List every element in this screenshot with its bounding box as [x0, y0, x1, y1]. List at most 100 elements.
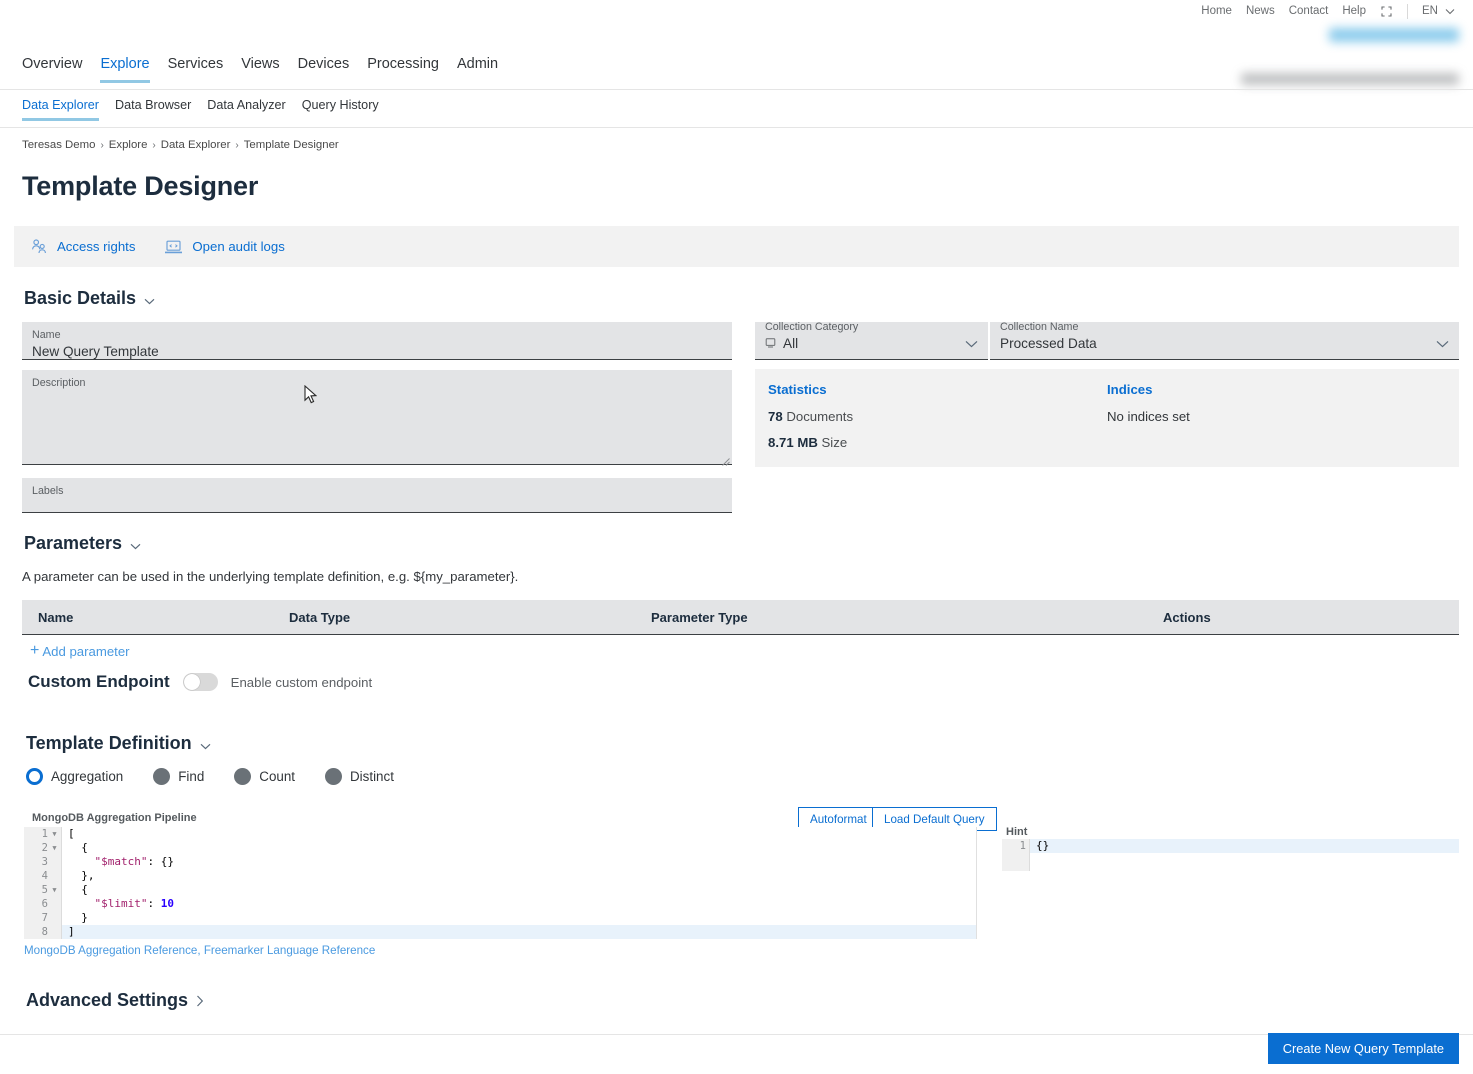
line-number: 7 [42, 911, 48, 925]
radio-indicator [325, 768, 342, 785]
statistics-panel: Statistics 78 Documents 8.71 MB Size Ind… [755, 369, 1459, 467]
nav-item-devices[interactable]: Devices [289, 56, 359, 83]
add-parameter-label: Add parameter [42, 644, 129, 659]
language-selector[interactable]: EN [1416, 5, 1461, 17]
collection-icon [765, 335, 776, 353]
breadcrumb-item-0[interactable]: Teresas Demo [22, 139, 95, 151]
custom-endpoint-toggle[interactable] [183, 673, 218, 691]
utility-link-news[interactable]: News [1239, 0, 1282, 22]
gutter-line: 5▼ [24, 883, 61, 897]
advanced-settings-title: Advanced Settings [26, 990, 188, 1011]
sub-navigation: Data Explorer Data Browser Data Analyzer… [0, 98, 1473, 128]
mongodb-aggregation-reference-link[interactable]: MongoDB Aggregation Reference [24, 944, 197, 957]
radio-option-find[interactable]: Find [153, 768, 204, 785]
fold-arrow-icon[interactable]: ▼ [51, 883, 58, 897]
utility-link-help[interactable]: Help [1335, 0, 1373, 22]
subnav-item-data-explorer[interactable]: Data Explorer [22, 98, 107, 121]
name-input[interactable]: Name New Query Template [22, 322, 732, 360]
breadcrumb-separator: › [152, 140, 155, 151]
reference-links: MongoDB Aggregation Reference, Freemarke… [24, 944, 375, 957]
hint-code-editor[interactable]: 1 {} [1002, 839, 1459, 871]
gutter-line: 4 [24, 869, 61, 883]
nav-item-processing[interactable]: Processing [358, 56, 448, 83]
hint-editor-label: Hint [1006, 826, 1027, 838]
labels-label: Labels [32, 485, 722, 498]
radio-option-count[interactable]: Count [234, 768, 295, 785]
toggle-knob [184, 674, 200, 690]
description-input[interactable]: Description [22, 370, 732, 465]
parameters-description: A parameter can be used in the underlyin… [22, 569, 518, 584]
utility-link-contact[interactable]: Contact [1282, 0, 1336, 22]
page-title: Template Designer [22, 171, 258, 202]
gutter-line: 7 [24, 911, 61, 925]
nav-item-services[interactable]: Services [159, 56, 233, 83]
nav-item-views[interactable]: Views [232, 56, 288, 83]
subnav-item-data-analyzer[interactable]: Data Analyzer [199, 98, 293, 121]
collection-category-label: Collection Category [765, 321, 858, 334]
nav-item-explore[interactable]: Explore [91, 56, 158, 83]
create-new-query-template-button[interactable]: Create New Query Template [1268, 1033, 1459, 1064]
radio-indicator [26, 768, 43, 785]
fold-arrow-icon[interactable]: ▼ [51, 841, 58, 855]
editor-code-area[interactable]: [ { "$match": {} }, { "$limit": 10 } ] [62, 827, 976, 939]
collection-name-select[interactable]: Collection Name Processed Data [990, 322, 1459, 360]
reference-separator: , [197, 944, 200, 957]
indices-title[interactable]: Indices [1107, 382, 1446, 397]
editor-gutter: 1▼ 2▼ 3 4 5▼ 6 7 8 [24, 827, 62, 939]
name-label: Name [32, 329, 722, 342]
indices-column: Indices No indices set [1107, 382, 1446, 467]
line-number: 4 [42, 869, 48, 883]
advanced-settings-heading[interactable]: Advanced Settings [26, 990, 204, 1011]
gutter-line: 1 [1002, 839, 1029, 853]
radio-option-distinct[interactable]: Distinct [325, 768, 394, 785]
template-definition-heading[interactable]: Template Definition [26, 733, 211, 754]
basic-details-heading[interactable]: Basic Details [24, 288, 155, 309]
code-line-active: ] [62, 925, 976, 939]
custom-endpoint-section: Custom Endpoint Enable custom endpoint [28, 672, 372, 692]
collection-name-value: Processed Data [1000, 334, 1097, 353]
access-rights-button[interactable]: Access rights [31, 238, 135, 255]
code-line: [ [68, 827, 976, 841]
description-label: Description [32, 377, 722, 390]
divider [1407, 4, 1408, 19]
laptop-code-icon [164, 239, 183, 255]
freemarker-language-reference-link[interactable]: Freemarker Language Reference [204, 944, 375, 957]
code-line: "$limit": 10 [68, 897, 976, 911]
hint-code-area[interactable]: {} [1030, 839, 1459, 871]
documents-stat: 78 Documents [768, 409, 1107, 424]
utility-link-home[interactable]: Home [1194, 0, 1239, 22]
nav-item-admin[interactable]: Admin [448, 56, 507, 83]
column-header-parameter-type: Parameter Type [651, 610, 1163, 625]
statistics-title[interactable]: Statistics [768, 382, 1107, 397]
plus-icon: + [30, 643, 39, 659]
radio-indicator [153, 768, 170, 785]
radio-option-aggregation[interactable]: Aggregation [26, 768, 123, 785]
access-rights-label: Access rights [57, 239, 135, 254]
breadcrumb-separator: › [100, 140, 103, 151]
subnav-item-data-browser[interactable]: Data Browser [107, 98, 199, 121]
breadcrumb-item-1[interactable]: Explore [109, 139, 148, 151]
hint-gutter: 1 [1002, 839, 1030, 871]
open-audit-logs-button[interactable]: Open audit logs [164, 239, 284, 255]
line-number: 1 [1020, 839, 1026, 853]
breadcrumb-item-2[interactable]: Data Explorer [161, 139, 231, 151]
labels-input[interactable]: Labels [22, 478, 732, 513]
chevron-down-icon [130, 535, 141, 553]
radio-label-distinct: Distinct [350, 769, 394, 784]
expand-icon[interactable] [1377, 2, 1395, 20]
fold-arrow-icon[interactable]: ▼ [51, 827, 58, 841]
collection-category-value: All [783, 334, 798, 353]
chevron-down-icon[interactable] [965, 336, 978, 353]
add-parameter-button[interactable]: + Add parameter [30, 643, 130, 659]
gutter-line: 2▼ [24, 841, 61, 855]
nav-item-overview[interactable]: Overview [22, 56, 91, 83]
subnav-item-query-history[interactable]: Query History [294, 98, 387, 121]
parameters-heading[interactable]: Parameters [24, 533, 141, 554]
resize-handle-icon[interactable] [721, 453, 730, 462]
action-bar: Access rights Open audit logs [14, 226, 1459, 267]
pipeline-code-editor[interactable]: 1▼ 2▼ 3 4 5▼ 6 7 8 [ { "$match": {} }, {… [24, 827, 977, 939]
chevron-down-icon[interactable] [1436, 336, 1449, 353]
gutter-line: 6 [24, 897, 61, 911]
radio-label-find: Find [178, 769, 204, 784]
collection-category-select[interactable]: Collection Category All [755, 322, 988, 360]
